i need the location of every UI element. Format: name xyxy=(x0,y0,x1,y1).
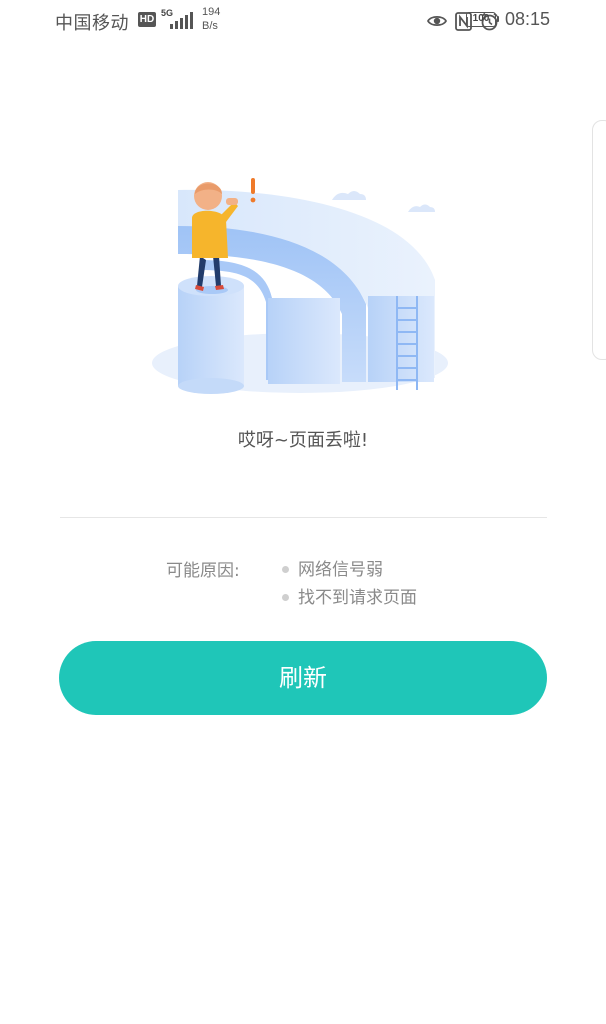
network-speed: 194 B/s xyxy=(202,5,232,33)
clock: 08:15 xyxy=(505,9,551,29)
speed-unit: B/s xyxy=(202,20,218,32)
signal-icon xyxy=(170,12,193,29)
list-item: 找不到请求页面 xyxy=(282,584,417,612)
reason-list: 网络信号弱 找不到请求页面 xyxy=(282,556,417,612)
battery-indicator: 100 xyxy=(466,12,499,27)
screen: 中国移动 HD 5G 194 B/s 100 08:15 哎呀~页面丢啦! 可能… xyxy=(0,0,606,1024)
status-bar: 中国移动 HD 5G 194 B/s 100 08:15 xyxy=(0,0,606,42)
divider xyxy=(60,517,547,518)
list-item: 网络信号弱 xyxy=(282,556,417,584)
reasons-label: 可能原因: xyxy=(166,561,240,581)
speed-value: 194 xyxy=(202,6,221,18)
refresh-button[interactable]: 刷新 xyxy=(59,641,547,715)
edge-panel-handle[interactable] xyxy=(592,120,606,360)
error-title: 哎呀~页面丢啦! xyxy=(237,430,369,451)
page-lost-illustration xyxy=(152,178,448,394)
hd-badge: HD xyxy=(138,12,156,27)
eye-icon xyxy=(427,15,447,27)
carrier-name: 中国移动 xyxy=(55,13,129,34)
